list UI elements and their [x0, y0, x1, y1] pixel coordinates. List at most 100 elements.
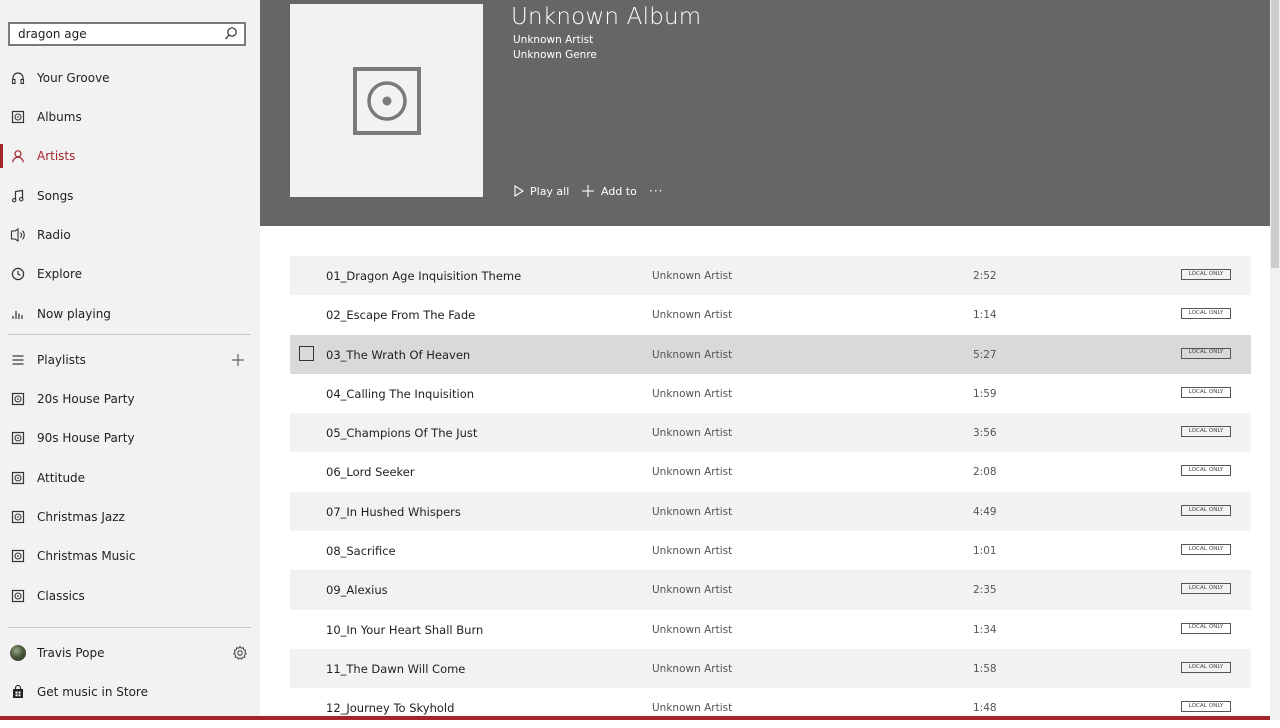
nav-divider: [8, 627, 251, 628]
table-row[interactable]: 06_Lord Seeker Unknown Artist 2:08 LOCAL…: [290, 452, 1251, 491]
local-only-badge: LOCAL ONLY: [1181, 622, 1231, 634]
nav-item-now-playing[interactable]: Now playing: [0, 296, 260, 332]
track-artist[interactable]: Unknown Artist: [652, 388, 732, 400]
table-row[interactable]: 07_In Hushed Whispers Unknown Artist 4:4…: [290, 491, 1251, 532]
table-row[interactable]: 01_Dragon Age Inquisition Theme Unknown …: [290, 256, 1251, 296]
track-artist[interactable]: Unknown Artist: [652, 584, 732, 596]
sidebar: Your Groove Albums Artists Songs Radio E…: [0, 0, 260, 720]
nav-item-songs[interactable]: Songs: [0, 178, 260, 214]
settings-button[interactable]: [232, 645, 248, 661]
table-row[interactable]: 09_Alexius Unknown Artist 2:35 LOCAL ONL…: [290, 570, 1251, 610]
playlist-album-icon: [10, 509, 26, 525]
nav-label: Artists: [37, 149, 76, 163]
track-artist[interactable]: Unknown Artist: [652, 270, 732, 282]
track-title: 05_Champions Of The Just: [326, 426, 478, 441]
play-icon: [514, 185, 524, 197]
play-all-button[interactable]: Play all: [514, 182, 569, 200]
track-artist[interactable]: Unknown Artist: [652, 506, 732, 518]
user-account[interactable]: Travis Pope: [0, 635, 260, 671]
nav-label: Playlists: [37, 353, 86, 367]
playlist-item[interactable]: Christmas Jazz: [0, 499, 260, 535]
plus-icon: [232, 354, 244, 366]
nav-label: Explore: [37, 267, 83, 281]
track-artist[interactable]: Unknown Artist: [652, 349, 732, 361]
table-row[interactable]: 05_Champions Of The Just Unknown Artist …: [290, 413, 1251, 453]
nav-item-artists[interactable]: Artists: [0, 138, 260, 174]
track-artist[interactable]: Unknown Artist: [652, 427, 732, 439]
music-note-icon: [10, 188, 26, 204]
scroll-thumb[interactable]: [1271, 0, 1279, 268]
nav-label: Songs: [37, 189, 74, 203]
table-row[interactable]: 11_The Dawn Will Come Unknown Artist 1:5…: [290, 648, 1251, 689]
table-row[interactable]: 12_Journey To Skyhold Unknown Artist 1:4…: [290, 688, 1251, 727]
nav-item-albums[interactable]: Albums: [0, 99, 260, 135]
local-only-badge: LOCAL ONLY: [1181, 386, 1231, 398]
user-name: Travis Pope: [37, 646, 105, 660]
store-label: Get music in Store: [37, 685, 148, 699]
radio-icon: [10, 227, 26, 243]
playlist-item[interactable]: Christmas Music: [0, 538, 260, 574]
add-playlist-button[interactable]: [230, 352, 246, 368]
explore-icon: [10, 266, 26, 282]
more-options-button[interactable]: ···: [649, 182, 663, 200]
nav-item-radio[interactable]: Radio: [0, 217, 260, 253]
search-input[interactable]: [18, 26, 218, 42]
playlist-item[interactable]: Classics: [0, 578, 260, 614]
track-title: 02_Escape From The Fade: [326, 308, 476, 323]
equalizer-icon: [10, 306, 26, 322]
track-title: 11_The Dawn Will Come: [326, 661, 466, 676]
track-artist[interactable]: Unknown Artist: [652, 624, 732, 636]
track-duration: 1:59: [973, 387, 997, 400]
playlist-album-icon: [10, 548, 26, 564]
nav-item-playlists[interactable]: Playlists: [0, 342, 260, 378]
gear-icon: [232, 645, 248, 660]
track-title: 01_Dragon Age Inquisition Theme: [326, 269, 522, 283]
nav-label: Your Groove: [37, 71, 110, 85]
track-title: 08_Sacrifice: [326, 544, 396, 559]
track-artist[interactable]: Unknown Artist: [652, 466, 732, 478]
track-title: 10_In Your Heart Shall Burn: [326, 622, 484, 637]
playlist-item[interactable]: 20s House Party: [0, 381, 260, 417]
track-artist[interactable]: Unknown Artist: [652, 663, 732, 675]
track-duration: 1:34: [973, 623, 997, 636]
track-artist[interactable]: Unknown Artist: [652, 702, 732, 714]
search-box[interactable]: [8, 22, 246, 46]
album-artist[interactable]: Unknown Artist: [513, 34, 593, 46]
track-checkbox[interactable]: [299, 345, 314, 361]
add-to-button[interactable]: Add to: [581, 182, 637, 200]
track-duration: 2:35: [973, 584, 997, 597]
track-duration: 5:27: [973, 348, 997, 361]
track-duration: 1:48: [973, 702, 997, 715]
playlist-album-icon: [10, 430, 26, 446]
nav-divider: [8, 334, 251, 335]
playlist-label: Classics: [37, 589, 85, 603]
track-duration: 1:58: [973, 662, 997, 675]
nav-label: Albums: [37, 110, 82, 124]
nav-item-your-groove[interactable]: Your Groove: [0, 60, 260, 96]
nav-item-explore[interactable]: Explore: [0, 256, 260, 292]
playlist-item[interactable]: 90s House Party: [0, 420, 260, 456]
track-artist[interactable]: Unknown Artist: [652, 545, 732, 557]
track-duration: 4:49: [973, 505, 997, 518]
table-row[interactable]: 04_Calling The Inquisition Unknown Artis…: [290, 374, 1251, 413]
more-icon: ···: [649, 184, 664, 198]
table-row[interactable]: 02_Escape From The Fade Unknown Artist 1…: [290, 295, 1251, 334]
table-row[interactable]: 10_In Your Heart Shall Burn Unknown Arti…: [290, 610, 1251, 649]
album-header: Unknown Album Unknown Artist Unknown Gen…: [260, 0, 1270, 226]
playlist-label: Attitude: [37, 471, 86, 485]
local-only-badge: LOCAL ONLY: [1181, 269, 1231, 280]
playlist-item[interactable]: Attitude: [0, 460, 260, 496]
playlist-album-icon: [10, 391, 26, 407]
headphones-icon: [10, 70, 26, 86]
local-only-badge: LOCAL ONLY: [1181, 701, 1231, 713]
table-row[interactable]: 08_Sacrifice Unknown Artist 1:01 LOCAL O…: [290, 531, 1251, 570]
table-row[interactable]: 03_The Wrath Of Heaven Unknown Artist 5:…: [290, 334, 1251, 374]
search-icon[interactable]: [224, 26, 238, 42]
track-duration: 1:14: [973, 309, 997, 322]
local-only-badge: LOCAL ONLY: [1181, 661, 1231, 673]
vertical-scrollbar[interactable]: [1270, 0, 1280, 720]
get-music-in-store[interactable]: Get music in Store: [0, 674, 260, 710]
track-artist[interactable]: Unknown Artist: [652, 309, 732, 321]
playlist-album-icon: [10, 470, 26, 486]
playlist-label: 20s House Party: [37, 392, 135, 406]
